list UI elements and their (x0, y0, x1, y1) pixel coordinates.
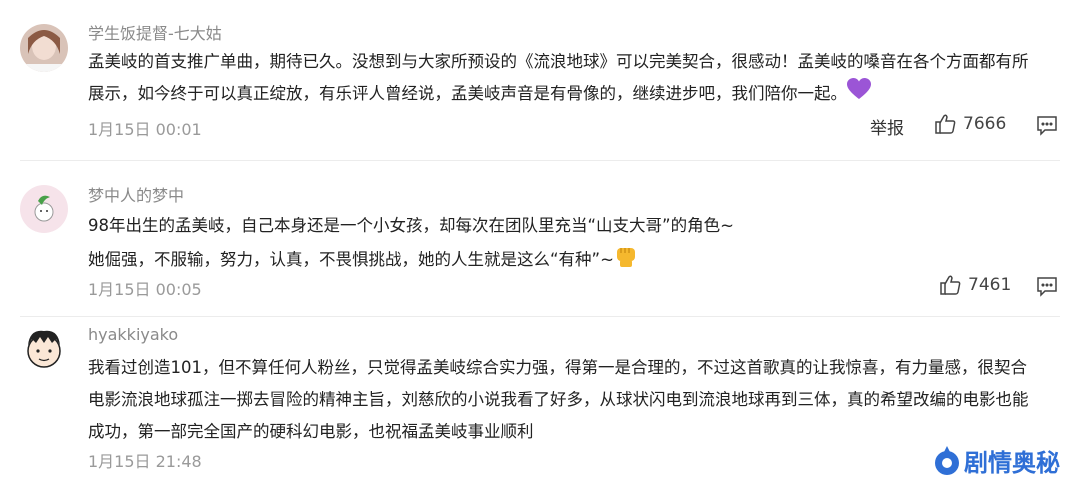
comment-line: 电影流浪地球孤注一掷去冒险的精神主旨，刘慈欣的小说我看了好多，从球状闪电到流浪地… (88, 390, 1029, 409)
divider (20, 316, 1060, 317)
comment-date: 1月15日 00:01 (88, 120, 202, 139)
thumbs-up-icon (935, 114, 956, 134)
comment-line-with-emoji: 她倔强，不服输，努力，认真，不畏惧挑战，她的人生就是这么“有种”~ (88, 242, 1048, 279)
comment-line-with-emoji: 展示，如今终于可以真正绽放，有乐评人曾经说，孟美岐声音是有骨像的，继续进步吧，我… (88, 78, 1048, 111)
comment-date: 1月15日 00:05 (88, 280, 202, 299)
username[interactable]: hyakkiyako (88, 325, 178, 344)
comment-date: 1月15日 21:48 (88, 452, 202, 471)
purple-heart-icon (847, 78, 871, 111)
comment-text: 98年出生的孟美岐，自己本身还是一个小女孩，却每次在团队里充当“山支大哥”的角色… (88, 210, 1048, 279)
reply-icon[interactable] (1036, 114, 1058, 136)
avatar[interactable] (20, 24, 68, 72)
comment-text: 我看过创造101，但不算任何人粉丝，只觉得孟美岐综合实力强，得第一是合理的，不过… (88, 352, 1048, 448)
reply-icon[interactable] (1036, 275, 1058, 297)
watermark: 剧情奥秘 (934, 443, 1060, 478)
like-count: 7666 (963, 114, 1007, 134)
comment-line: 98年出生的孟美岐，自己本身还是一个小女孩，却每次在团队里充当“山支大哥”的角色… (88, 216, 734, 235)
report-button[interactable]: 举报 (870, 114, 904, 139)
like-count: 7461 (968, 275, 1012, 295)
like-button[interactable]: 7666 (935, 113, 1006, 135)
username[interactable]: 学生饭提督-七大姑 (88, 20, 222, 44)
comment-text: 孟美岐的首支推广单曲，期待已久。没想到与大家所预设的《流浪地球》可以完美契合，很… (88, 46, 1048, 111)
divider (20, 160, 1060, 161)
comment-line: 成功，第一部完全国产的硬科幻电影，也祝福孟美岐事业顺利 (88, 422, 534, 441)
avatar[interactable] (20, 325, 68, 373)
comment-line: 孟美岐的首支推广单曲，期待已久。没想到与大家所预设的《流浪地球》可以完美契合，很… (88, 52, 1029, 71)
comment-line: 展示，如今终于可以真正绽放，有乐评人曾经说，孟美岐声音是有骨像的，继续进步吧，我… (88, 84, 847, 103)
watermark-logo-icon (935, 445, 959, 475)
avatar[interactable] (20, 185, 68, 233)
raised-fist-icon (614, 242, 638, 279)
comment-line: 我看过创造101，但不算任何人粉丝，只觉得孟美岐综合实力强，得第一是合理的，不过… (88, 358, 1027, 377)
watermark-text: 剧情奥秘 (964, 449, 1060, 477)
username[interactable]: 梦中人的梦中 (88, 182, 184, 206)
thumbs-up-icon (940, 275, 961, 295)
like-button[interactable]: 7461 (940, 274, 1011, 296)
comment-line: 她倔强，不服输，努力，认真，不畏惧挑战，她的人生就是这么“有种”~ (88, 250, 614, 269)
